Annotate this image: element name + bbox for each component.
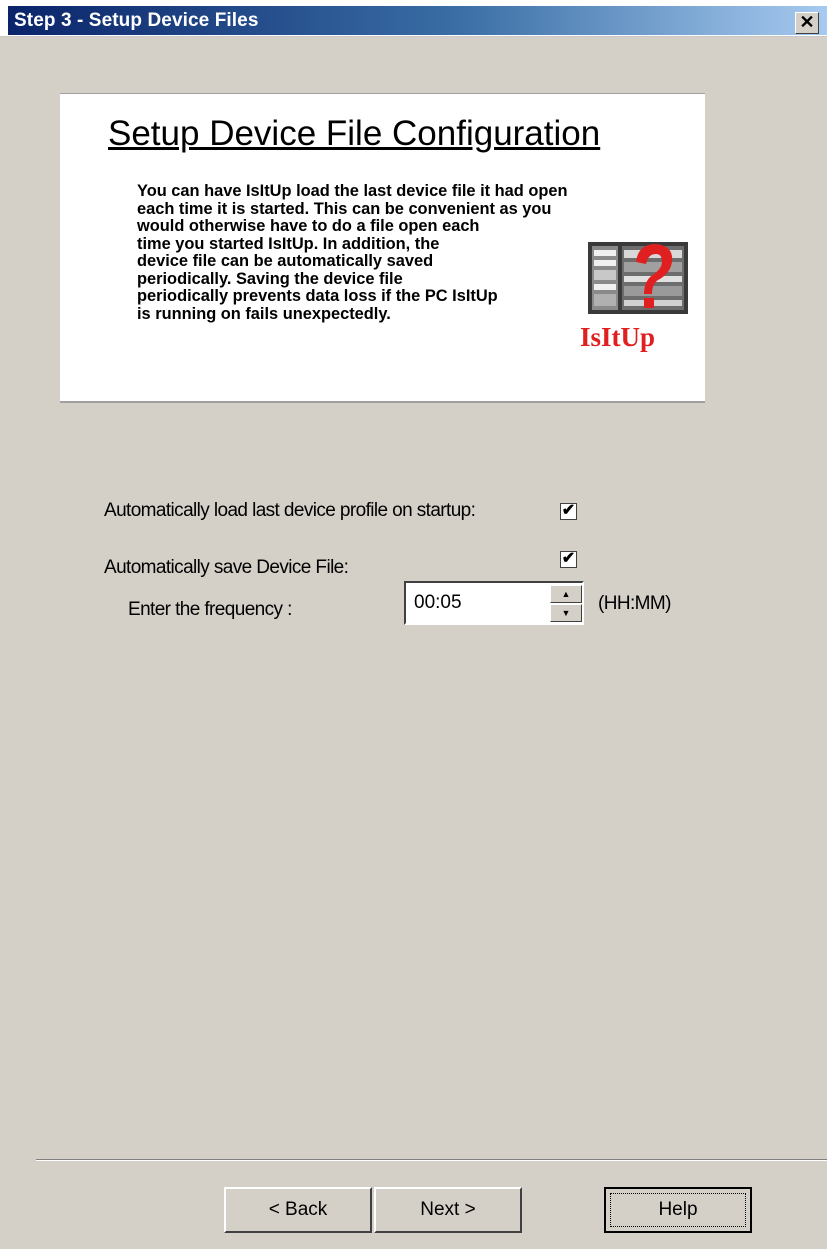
check-icon: ✔ bbox=[561, 550, 576, 567]
next-button-label: Next > bbox=[420, 1199, 476, 1220]
auto-save-label: Automatically save Device File: bbox=[104, 557, 349, 578]
logo-text: IsItUp bbox=[580, 322, 655, 352]
frequency-label: Enter the frequency : bbox=[128, 599, 292, 620]
auto-load-label: Automatically load last device profile o… bbox=[104, 500, 476, 521]
intro-heading: Setup Device File Configuration bbox=[108, 114, 601, 153]
frequency-input[interactable]: 00:05 bbox=[414, 592, 462, 614]
help-focus-ring: Help bbox=[610, 1193, 746, 1227]
spin-down-icon: ▼ bbox=[561, 608, 571, 618]
auto-save-checkbox[interactable]: ✔ bbox=[560, 551, 577, 568]
intro-line: You can have IsItUp load the last device… bbox=[137, 182, 568, 200]
close-button[interactable]: ✕ bbox=[795, 12, 819, 34]
intro-panel-border bbox=[60, 401, 705, 403]
title-bar: Step 3 - Setup Device Files ✕ bbox=[0, 0, 827, 37]
help-button[interactable]: Help bbox=[604, 1187, 752, 1233]
next-button[interactable]: Next > bbox=[374, 1187, 522, 1233]
intro-panel: Setup Device File Configuration You can … bbox=[60, 93, 705, 403]
back-button[interactable]: < Back bbox=[224, 1187, 372, 1233]
footer-separator bbox=[36, 1159, 827, 1161]
spin-down-button[interactable]: ▼ bbox=[550, 604, 582, 622]
spin-up-button[interactable]: ▲ bbox=[550, 585, 582, 603]
intro-line: would otherwise have to do a file open e… bbox=[137, 217, 480, 235]
close-icon: ✕ bbox=[799, 12, 815, 32]
window-title: Step 3 - Setup Device Files bbox=[14, 10, 259, 31]
spin-up-icon: ▲ bbox=[561, 589, 571, 599]
server-rack-question-icon bbox=[588, 242, 688, 314]
intro-line: each time it is started. This can be con… bbox=[137, 199, 552, 218]
check-icon: ✔ bbox=[561, 502, 576, 519]
frequency-unit: (HH:MM) bbox=[598, 593, 671, 614]
back-button-label: < Back bbox=[268, 1199, 328, 1220]
frequency-spinner[interactable]: 00:05 ▲ ▼ bbox=[404, 581, 584, 625]
isitup-logo: IsItUp bbox=[580, 242, 688, 352]
help-button-label: Help bbox=[658, 1199, 698, 1220]
auto-load-checkbox[interactable]: ✔ bbox=[560, 503, 577, 520]
